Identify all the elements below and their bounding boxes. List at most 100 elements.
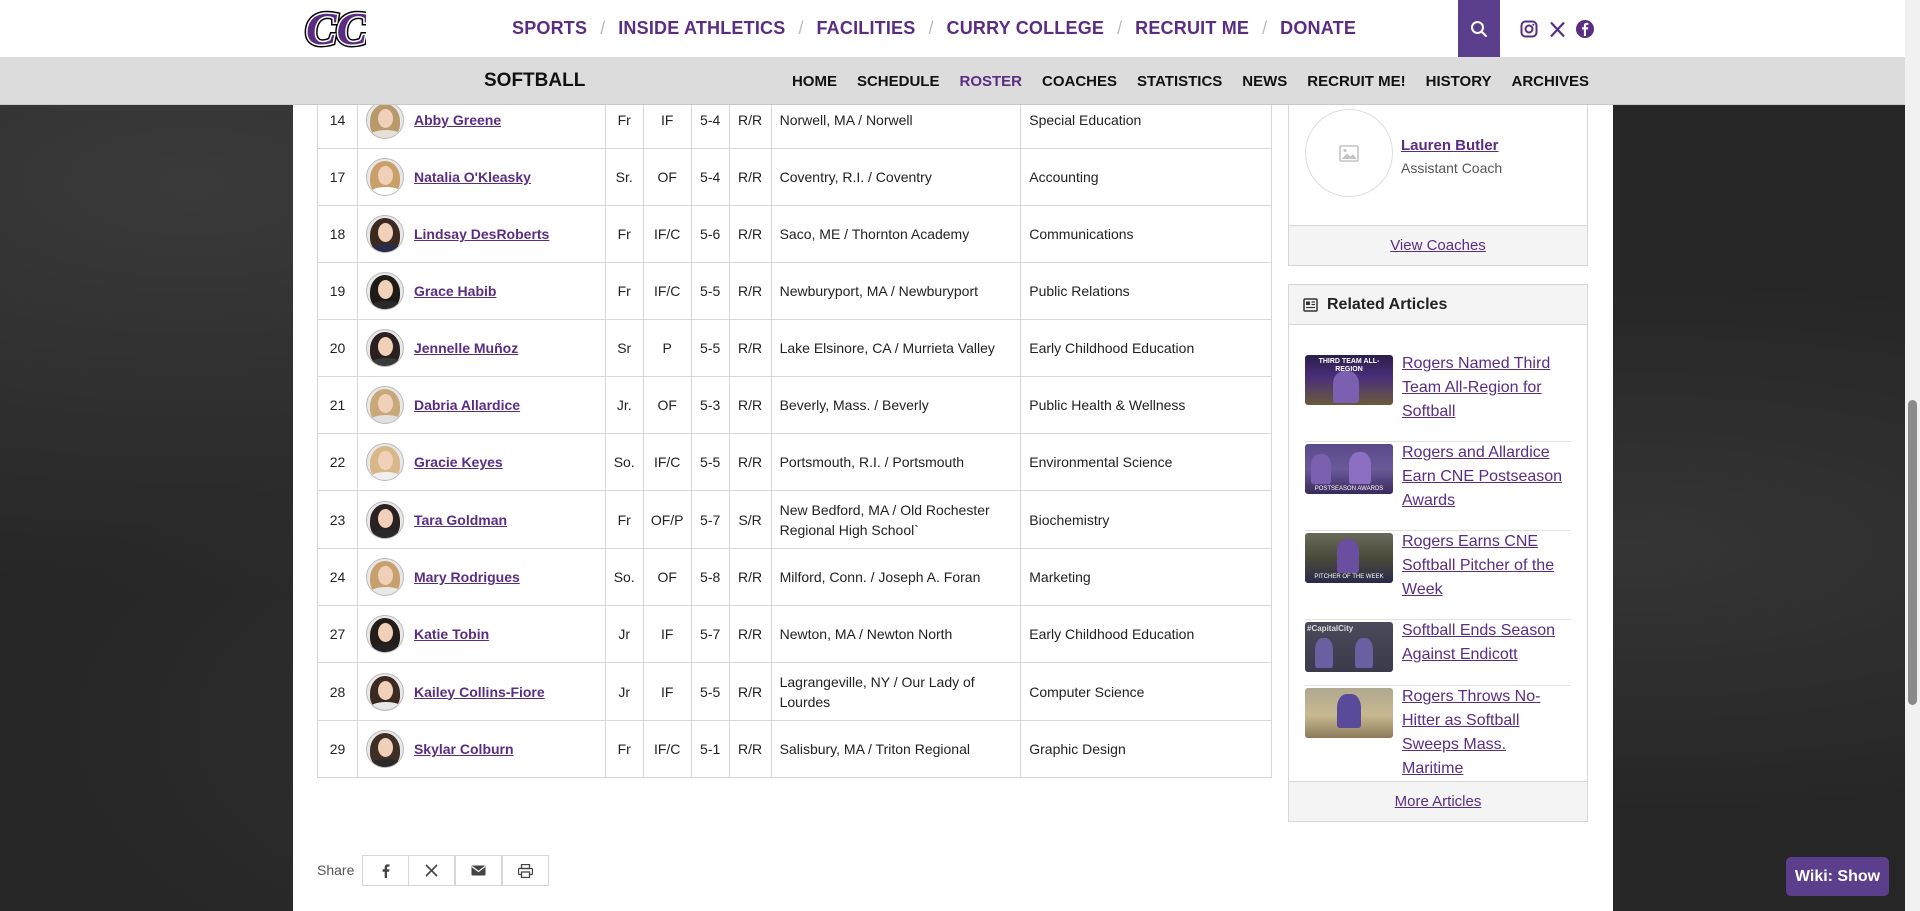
player-bats-throws: R/R	[728, 433, 772, 491]
player-year: So.	[604, 433, 644, 491]
player-name-link[interactable]: Natalia O'Kleasky	[414, 169, 531, 185]
article-item[interactable]: POSTSEASON AWARDS Rogers and Allardice E…	[1305, 441, 1571, 531]
player-hometown: Salisbury, MA / Triton Regional	[770, 720, 1022, 778]
tab-news[interactable]: NEWS	[1242, 73, 1287, 90]
player-name-link[interactable]: Grace Habib	[414, 283, 496, 299]
print-icon	[518, 863, 533, 878]
player-name-link[interactable]: Lindsay DesRoberts	[414, 226, 549, 242]
instagram-icon[interactable]	[1518, 18, 1540, 40]
player-name-link[interactable]: Mary Rodrigues	[414, 569, 520, 585]
player-name-link[interactable]: Gracie Keyes	[414, 454, 503, 470]
article-title-link[interactable]: Softball Ends Season Against Endicott	[1402, 619, 1571, 667]
player-major: Accounting	[1020, 148, 1272, 206]
facebook-icon[interactable]	[1574, 18, 1596, 40]
player-headshot[interactable]	[365, 272, 404, 310]
player-major: Graphic Design	[1020, 720, 1272, 778]
menu-sports[interactable]: SPORTS	[512, 18, 587, 39]
player-headshot[interactable]	[365, 215, 404, 253]
player-name-link[interactable]: Abby Greene	[414, 112, 501, 128]
article-item[interactable]: #CapitalCity Softball Ends Season Agains…	[1305, 619, 1571, 686]
player-headshot[interactable]	[365, 443, 404, 481]
player-name-cell: Katie Tobin	[356, 605, 606, 663]
player-headshot[interactable]	[365, 730, 404, 768]
player-headshot[interactable]	[365, 158, 404, 196]
article-item[interactable]: Rogers Throws No-Hitter as Softball Swee…	[1305, 685, 1571, 777]
article-title-link[interactable]: Rogers and Allardice Earn CNE Postseason…	[1402, 441, 1571, 513]
player-position: OF/P	[642, 490, 692, 549]
article-title-link[interactable]: Rogers Earns CNE Softball Pitcher of the…	[1402, 530, 1571, 602]
tab-roster[interactable]: ROSTER	[959, 73, 1022, 90]
tab-schedule[interactable]: SCHEDULE	[857, 73, 940, 90]
player-name-link[interactable]: Katie Tobin	[414, 626, 489, 642]
player-height: 5-5	[690, 262, 730, 320]
player-name-link[interactable]: Kailey Collins-Fiore	[414, 684, 545, 700]
tab-statistics[interactable]: STATISTICS	[1137, 73, 1222, 90]
player-headshot[interactable]	[365, 558, 404, 596]
tab-recruit-me[interactable]: RECRUIT ME!	[1307, 73, 1405, 90]
player-position: OF	[642, 148, 692, 206]
article-item[interactable]: THIRD TEAM ALL-REGION Rogers Named Third…	[1305, 352, 1571, 442]
player-name-link[interactable]: Jennelle Muñoz	[414, 340, 518, 356]
article-thumbnail[interactable]	[1305, 688, 1393, 738]
player-name-link[interactable]: Dabria Allardice	[414, 397, 520, 413]
player-major: Public Relations	[1020, 262, 1272, 320]
tab-archives[interactable]: ARCHIVES	[1511, 73, 1589, 90]
player-number: 24	[317, 548, 358, 606]
sport-title[interactable]: SOFTBALL	[484, 70, 585, 92]
player-hometown: Portsmouth, R.I. / Portsmouth	[770, 433, 1022, 491]
x-icon[interactable]	[1546, 18, 1568, 40]
coach-name-link[interactable]: Lauren Butler	[1401, 137, 1499, 154]
share-print-button[interactable]	[502, 855, 549, 886]
menu-recruit-me[interactable]: RECRUIT ME	[1135, 18, 1249, 39]
tab-home[interactable]: HOME	[792, 73, 837, 90]
article-title-link[interactable]: Rogers Throws No-Hitter as Softball Swee…	[1402, 685, 1571, 781]
table-row: 19 Grace Habib Fr IF/C 5-5 R/R Newburyport, MA…	[317, 262, 1272, 320]
page-scrollbar[interactable]	[1905, 0, 1920, 911]
player-position: IF	[642, 605, 692, 663]
table-row: 28 Kailey Collins-Fiore Jr IF 5-5 R/R Lagrange…	[317, 662, 1272, 721]
tab-history[interactable]: HISTORY	[1426, 73, 1492, 90]
view-coaches-link[interactable]: View Coaches	[1390, 237, 1486, 254]
x-icon	[425, 864, 438, 877]
coach-photo-placeholder[interactable]	[1305, 109, 1393, 197]
coach-title: Assistant Coach	[1401, 160, 1503, 176]
sport-menu: HOME SCHEDULE ROSTER COACHES STATISTICS …	[772, 58, 1589, 104]
wiki-show-button[interactable]: Wiki: Show	[1786, 857, 1889, 896]
player-name-cell: Jennelle Muñoz	[356, 319, 606, 377]
table-row: 21 Dabria Allardice Jr. OF 5-3 R/R Beverly, Ma…	[317, 376, 1272, 434]
player-headshot[interactable]	[365, 101, 404, 139]
player-headshot[interactable]	[365, 500, 404, 539]
menu-facilities[interactable]: FACILITIES	[816, 18, 915, 39]
article-item[interactable]: PITCHER OF THE WEEK Rogers Earns CNE Sof…	[1305, 530, 1571, 620]
search-button[interactable]	[1458, 0, 1500, 57]
player-headshot[interactable]	[365, 672, 404, 711]
player-headshot[interactable]	[365, 329, 404, 367]
player-headshot[interactable]	[365, 386, 404, 424]
table-row: 29 Skylar Colburn Fr IF/C 5-1 R/R Salisbury, M…	[317, 720, 1272, 778]
thumbnail-caption: POSTSEASON AWARDS	[1314, 486, 1384, 492]
player-headshot[interactable]	[365, 615, 404, 653]
curry-college-logo[interactable]: CC CC CC	[303, 0, 372, 57]
share-x-button[interactable]	[408, 855, 455, 886]
player-bats-throws: R/R	[728, 262, 772, 320]
player-position: IF/C	[642, 433, 692, 491]
player-hometown: Lake Elsinore, CA / Murrieta Valley	[770, 319, 1022, 377]
tab-coaches[interactable]: COACHES	[1042, 73, 1117, 90]
main-menu: SPORTS / INSIDE ATHLETICS / FACILITIES /…	[512, 0, 1356, 56]
scrollbar-thumb[interactable]	[1908, 400, 1917, 705]
related-articles-card: Related Articles THIRD TEAM ALL-REGION R…	[1288, 284, 1588, 822]
menu-donate[interactable]: DONATE	[1280, 18, 1356, 39]
article-thumbnail[interactable]: PITCHER OF THE WEEK	[1305, 533, 1393, 583]
article-title-link[interactable]: Rogers Named Third Team All-Region for S…	[1402, 352, 1571, 424]
player-bats-throws: R/R	[728, 548, 772, 606]
article-thumbnail[interactable]: #CapitalCity	[1305, 622, 1393, 672]
menu-inside-athletics[interactable]: INSIDE ATHLETICS	[618, 18, 785, 39]
article-thumbnail[interactable]: POSTSEASON AWARDS	[1305, 444, 1393, 494]
menu-curry-college[interactable]: CURRY COLLEGE	[947, 18, 1105, 39]
player-name-link[interactable]: Tara Goldman	[414, 512, 507, 528]
more-articles-link[interactable]: More Articles	[1395, 793, 1482, 810]
share-facebook-button[interactable]	[362, 855, 409, 886]
article-thumbnail[interactable]: THIRD TEAM ALL-REGION	[1305, 355, 1393, 405]
player-name-link[interactable]: Skylar Colburn	[414, 741, 514, 757]
share-email-button[interactable]	[455, 855, 502, 886]
